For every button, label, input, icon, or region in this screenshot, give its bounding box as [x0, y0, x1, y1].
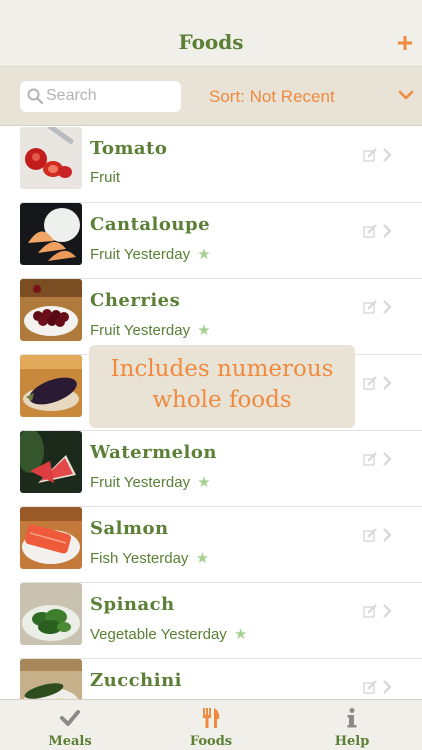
page-title: Foods [178, 30, 244, 54]
eggplant-photo [20, 355, 82, 417]
info-icon [347, 708, 357, 728]
salmon-photo [20, 507, 82, 569]
list-item[interactable]: Salmon Fish Yesterday ★ [0, 507, 422, 583]
food-last-eaten: Yesterday [123, 246, 191, 263]
chevron-right-icon[interactable] [382, 680, 392, 694]
zucchini-photo [20, 659, 82, 699]
cherries-photo [20, 279, 82, 341]
food-category: Fruit [90, 322, 120, 339]
edit-icon[interactable] [363, 680, 377, 694]
food-details: Fruit [90, 169, 120, 186]
tab-bar: Meals Foods Help [0, 699, 422, 750]
food-details: Fruit Yesterday ★ [90, 245, 211, 263]
chevron-right-icon[interactable] [382, 300, 392, 314]
food-category: Fruit [90, 169, 120, 186]
food-details: Vegetable Yesterday ★ [90, 625, 247, 643]
search-placeholder: Search [46, 87, 97, 104]
edit-icon[interactable] [363, 452, 377, 466]
list-item[interactable]: Tomato Fruit [0, 127, 422, 203]
filter-bar: Search Sort: Not Recent [0, 67, 422, 126]
list-item[interactable]: Cherries Fruit Yesterday ★ [0, 279, 422, 355]
food-category: Fish [90, 550, 119, 567]
star-icon: ★ [195, 550, 210, 567]
food-name: Spinach [90, 594, 175, 615]
edit-icon[interactable] [363, 604, 377, 618]
food-name: Zucchini [90, 670, 182, 691]
food-last-eaten: Yesterday [160, 626, 227, 643]
edit-icon[interactable] [363, 148, 377, 162]
plus-icon [398, 36, 412, 50]
spinach-photo [20, 583, 82, 645]
checkmark-icon [60, 710, 80, 726]
chevron-right-icon[interactable] [382, 224, 392, 238]
promo-line-1: Includes numerous [110, 356, 334, 382]
chevron-right-icon[interactable] [382, 148, 392, 162]
tab-label: Help [334, 734, 370, 749]
star-icon: ★ [233, 626, 248, 643]
add-food-button[interactable] [398, 30, 412, 50]
food-details: Fruit Yesterday ★ [90, 321, 211, 339]
star-icon: ★ [197, 322, 211, 339]
promo-caption-text: Includes numerous whole foods [89, 354, 355, 416]
tab-label: Foods [189, 734, 233, 749]
fork-knife-icon [203, 708, 220, 728]
chevron-right-icon[interactable] [382, 376, 392, 390]
tab-meals[interactable]: Meals [0, 700, 140, 750]
watermelon-photo [20, 431, 82, 493]
sort-selector[interactable]: Sort: Not Recent [209, 87, 335, 107]
food-name: Salmon [90, 518, 169, 539]
food-last-eaten: Yesterday [123, 322, 191, 339]
star-icon: ★ [197, 246, 211, 263]
chevron-down-icon[interactable] [397, 87, 415, 103]
food-last-eaten: Yesterday [122, 550, 189, 567]
list-item[interactable]: Spinach Vegetable Yesterday ★ [0, 583, 422, 659]
list-item[interactable]: Cantaloupe Fruit Yesterday ★ [0, 203, 422, 279]
edit-icon[interactable] [363, 300, 377, 314]
food-details: Fruit Yesterday ★ [90, 473, 211, 491]
food-category: Fruit [90, 474, 120, 491]
edit-icon[interactable] [363, 224, 377, 238]
search-input[interactable]: Search [20, 81, 181, 112]
search-icon [27, 88, 43, 104]
food-name: Cantaloupe [90, 214, 211, 235]
food-name: Tomato [90, 138, 168, 159]
list-item[interactable]: Watermelon Fruit Yesterday ★ [0, 431, 422, 507]
tomato-photo [20, 127, 82, 189]
edit-icon[interactable] [363, 376, 377, 390]
list-item[interactable]: Zucchini [0, 659, 422, 699]
food-name: Cherries [90, 290, 181, 311]
chevron-right-icon[interactable] [382, 528, 392, 542]
nav-bar: Foods [0, 0, 422, 67]
edit-icon[interactable] [363, 528, 377, 542]
cantaloupe-photo [20, 203, 82, 265]
tab-label: Meals [48, 734, 92, 749]
tab-help[interactable]: Help [282, 700, 422, 750]
chevron-right-icon[interactable] [382, 452, 392, 466]
food-last-eaten: Yesterday [123, 474, 191, 491]
star-icon: ★ [197, 474, 211, 491]
food-category: Vegetable [90, 626, 157, 643]
chevron-right-icon[interactable] [382, 604, 392, 618]
promo-caption: Includes numerous whole foods [89, 345, 355, 428]
promo-line-2: whole foods [152, 387, 292, 413]
tab-foods[interactable]: Foods [141, 700, 281, 750]
food-name: Watermelon [90, 442, 217, 463]
food-category: Fruit [90, 246, 120, 263]
food-details: Fish Yesterday ★ [90, 549, 209, 567]
